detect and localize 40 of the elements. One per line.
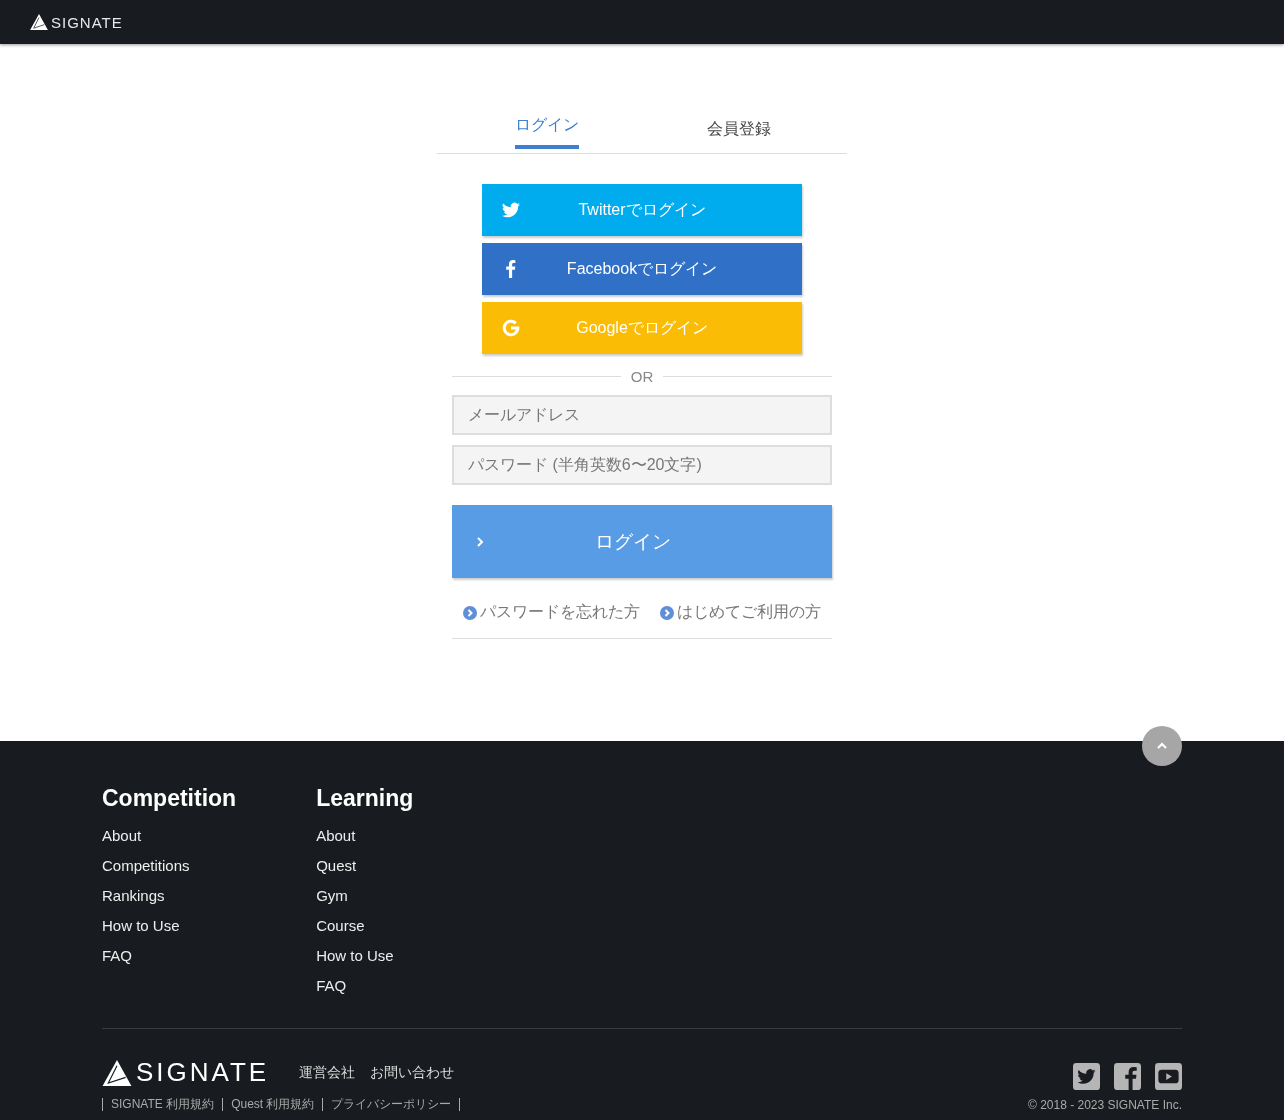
logo-mark-icon — [102, 1059, 132, 1086]
legal-link[interactable]: プライバシーポリシー — [323, 1098, 461, 1111]
legal-link[interactable]: Quest 利用規約 — [223, 1098, 324, 1111]
footer-link[interactable]: FAQ — [102, 946, 237, 966]
input-field[interactable]: パスワード (半角英数6〜20文字) — [452, 445, 832, 485]
divider-text: OR — [630, 368, 654, 385]
copyright-text: © 2018 - 2023 SIGNATE Inc. — [1027, 1098, 1182, 1112]
scroll-top-button[interactable] — [1142, 726, 1182, 766]
bird-icon — [502, 201, 520, 219]
footer-link[interactable]: Competitions — [102, 856, 237, 876]
help-link[interactable]: はじめてご利用の方 — [677, 602, 821, 623]
bird-icon[interactable] — [1073, 1063, 1100, 1090]
logo-mark-icon — [30, 14, 48, 30]
footer-heading: Competition — [102, 785, 237, 812]
footer-link[interactable]: 運営会社 — [299, 1063, 356, 1082]
footer-link[interactable]: Rankings — [102, 886, 237, 906]
footer-link[interactable]: Gym — [316, 886, 414, 906]
footer-link[interactable]: お問い合わせ — [370, 1063, 455, 1082]
footer-link[interactable]: How to Use — [316, 946, 414, 966]
logo-text: SIGNATE — [136, 1057, 270, 1088]
g-letter-icon — [502, 319, 520, 337]
tab[interactable]: 会員登録 — [630, 106, 847, 153]
help-link[interactable]: パスワードを忘れた方 — [480, 602, 640, 623]
footer-link[interactable]: About — [102, 826, 237, 846]
tab[interactable]: ログイン — [515, 106, 579, 149]
footer-link[interactable]: Course — [316, 916, 414, 936]
chevron-circle-icon — [463, 605, 477, 620]
footer-link[interactable]: About — [316, 826, 414, 846]
footer-link[interactable]: FAQ — [316, 976, 414, 996]
logo-text: SIGNATE — [51, 13, 123, 31]
play-icon[interactable] — [1155, 1063, 1182, 1090]
footer-heading: Learning — [316, 785, 414, 812]
chevron-right-icon — [474, 535, 486, 548]
footer-link[interactable]: How to Use — [102, 916, 237, 936]
facebook-login-button[interactable]: Facebookでログイン — [482, 243, 802, 295]
footer-link[interactable]: Quest — [316, 856, 414, 876]
input-field[interactable]: メールアドレス — [452, 395, 832, 435]
chevron-circle-icon — [660, 605, 674, 620]
f-letter-icon[interactable] — [1114, 1063, 1141, 1090]
legal-link[interactable]: SIGNATE 利用規約 — [103, 1098, 224, 1111]
